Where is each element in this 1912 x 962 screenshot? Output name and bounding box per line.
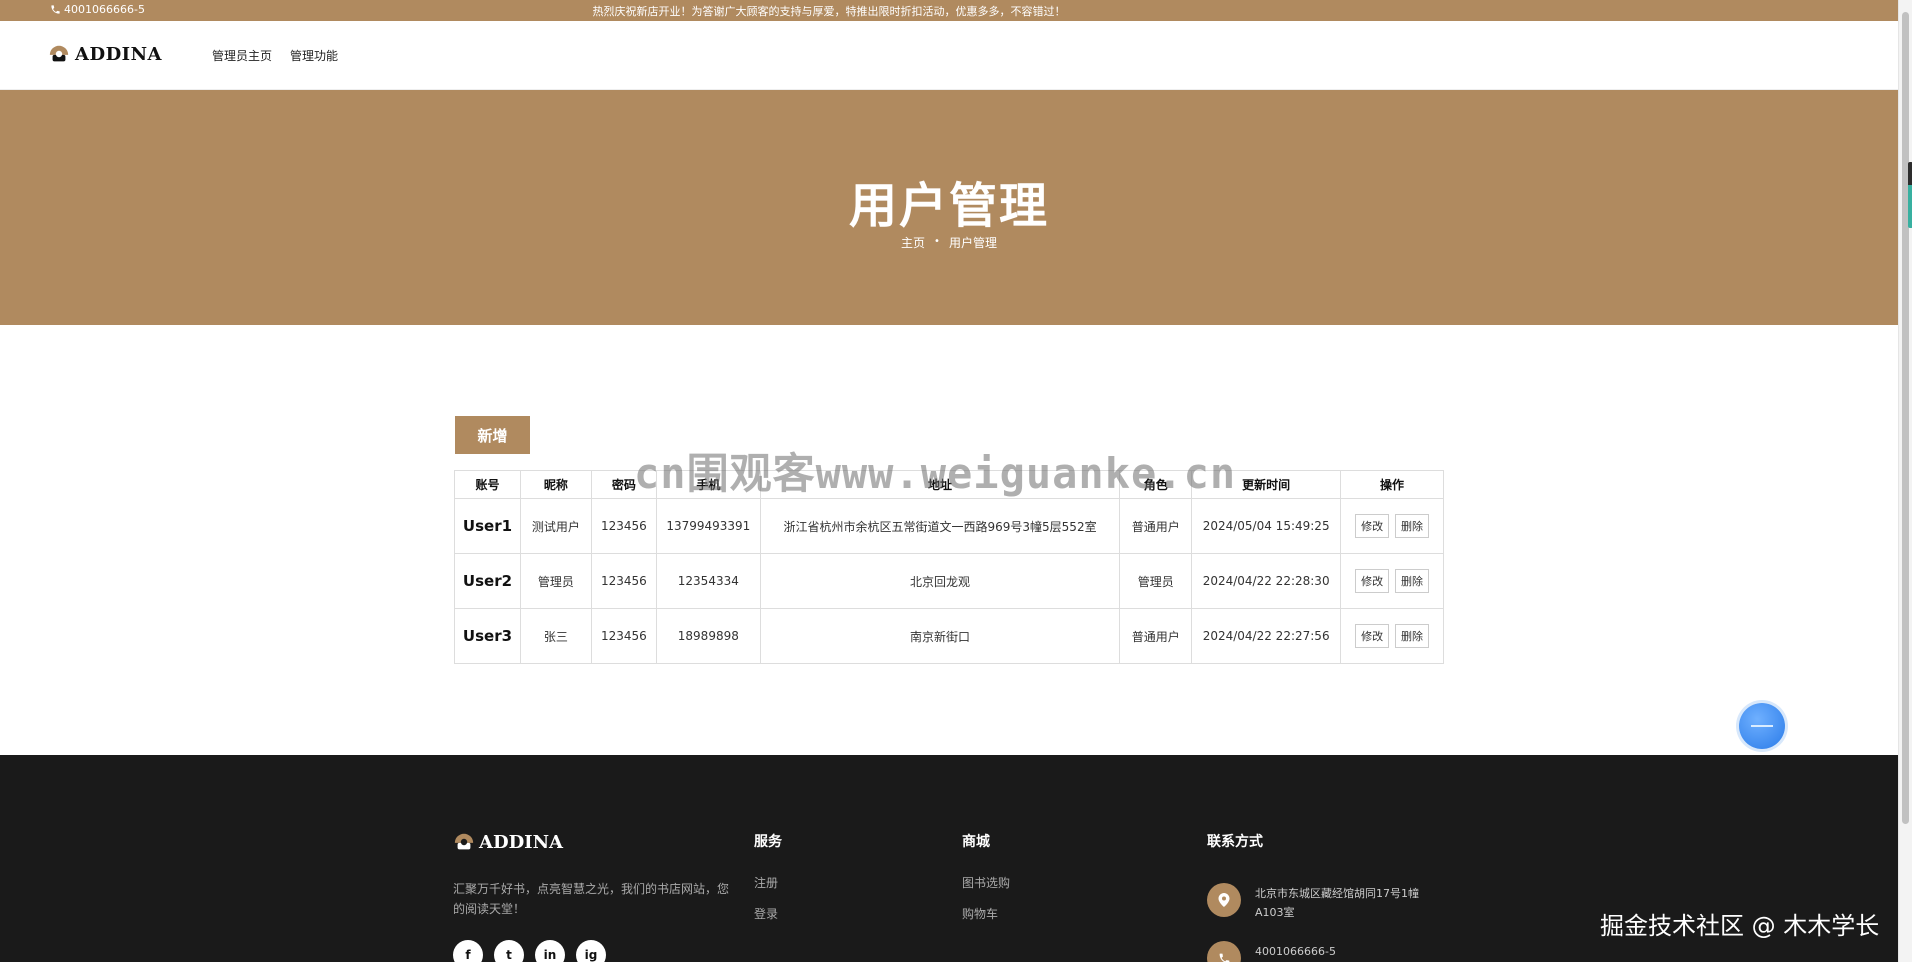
twitter-icon[interactable]: t [494,940,524,962]
add-user-button[interactable]: 新增 [455,416,530,454]
footer-phone: 4001066666-5 [1255,945,1336,958]
col-password: 密码 [590,470,657,499]
col-address: 地址 [759,470,1121,499]
cell-actions: 修改 删除 [1340,553,1444,609]
cell-updated: 2024/04/22 22:28:30 [1191,553,1342,609]
vertical-scrollbar[interactable] [1898,0,1912,962]
footer-services-title: 服务 [754,834,782,850]
nav-item-admin-functions[interactable]: 管理功能 [290,47,338,64]
table-header-row: 账号 昵称 密码 手机 地址 角色 更新时间 操作 [454,470,1444,499]
location-pin-icon [1207,883,1241,917]
footer-logo[interactable]: ADDINA [453,831,563,853]
cell-nickname: 测试用户 [519,498,592,554]
col-updated: 更新时间 [1191,470,1342,499]
footer-link-book-shop[interactable]: 图书选购 [962,874,1010,891]
topbar-notice: 热烈庆祝新店开业！为答谢广大顾客的支持与厚爱，特推出限时折扣活动，优惠多多，不容… [592,5,1066,18]
table-row: User1 测试用户 123456 13799493391 浙江省杭州市余杭区五… [454,498,1444,554]
breadcrumb-home[interactable]: 主页 [901,234,925,251]
col-nickname: 昵称 [519,470,592,499]
cell-account: User3 [454,608,521,664]
page-title: 用户管理 [848,178,1049,234]
cell-address: 浙江省杭州市余杭区五常街道文一西路969号3幢5层552室 [759,498,1121,554]
edit-button[interactable]: 修改 [1355,624,1390,648]
table-row: User3 张三 123456 18989898 南京新街口 普通用户 2024… [454,608,1444,664]
cell-role: 普通用户 [1119,608,1193,664]
breadcrumb-current: 用户管理 [948,236,997,250]
cell-account: User1 [454,498,521,554]
cell-account: User2 [454,553,521,609]
nav-menu: 管理员主页 管理功能 [212,47,338,64]
source-credit-watermark: 掘金技术社区 @ 木木学长 [1600,912,1880,940]
breadcrumb-separator: • [934,236,940,247]
cell-nickname: 管理员 [519,553,592,609]
floating-assistant-button[interactable] [1739,703,1785,749]
top-announcement-bar: 4001066666-5 热烈庆祝新店开业！为答谢广大顾客的支持与厚爱，特推出限… [0,0,1898,21]
breadcrumb: 主页 • 用户管理 [0,234,1898,251]
cell-address: 北京回龙观 [759,553,1121,609]
linkedin-icon[interactable]: in [535,940,565,962]
footer-contact-title: 联系方式 [1207,834,1263,850]
cell-updated: 2024/05/04 15:49:25 [1191,498,1342,554]
edit-button[interactable]: 修改 [1355,569,1390,593]
delete-button[interactable]: 删除 [1394,514,1429,538]
phone-icon [1207,941,1241,962]
footer-link-cart[interactable]: 购物车 [962,905,998,922]
footer-brand-name: ADDINA [479,831,564,853]
cell-phone: 13799493391 [655,498,761,554]
facebook-icon[interactable]: f [453,940,483,962]
footer-description: 汇聚万千好书，点亮智慧之光，我们的书店网站，您的阅读天堂！ [453,882,730,916]
col-actions: 操作 [1340,470,1444,499]
cell-role: 管理员 [1119,553,1193,609]
nav-item-admin-home[interactable]: 管理员主页 [212,47,272,64]
page: 4001066666-5 热烈庆祝新店开业！为答谢广大顾客的支持与厚爱，特推出限… [0,0,1912,962]
cell-password: 123456 [590,608,657,664]
cell-phone: 18989898 [655,608,761,664]
user-table: 账号 昵称 密码 手机 地址 角色 更新时间 操作 User1 测试用户 123… [454,470,1444,664]
footer-address: 北京市东城区藏经馆胡同17号1幢A103室 [1255,887,1419,919]
footer-mall-title: 商城 [962,834,990,850]
logo-icon [454,833,474,850]
delete-button[interactable]: 删除 [1394,624,1429,648]
col-account: 账号 [454,470,521,499]
col-phone: 手机 [655,470,761,499]
page-hero: 用户管理 主页 • 用户管理 [0,90,1898,325]
brand-name: ADDINA [75,43,163,65]
instagram-icon[interactable]: ig [576,940,606,962]
footer-link-register[interactable]: 注册 [754,874,778,891]
social-links: f t in ig [453,940,606,962]
table-row: User2 管理员 123456 12354334 北京回龙观 管理员 2024… [454,553,1444,609]
cell-password: 123456 [590,498,657,554]
brand-logo[interactable]: ADDINA [48,43,162,65]
cell-role: 普通用户 [1119,498,1193,554]
cell-address: 南京新街口 [759,608,1121,664]
edit-button[interactable]: 修改 [1355,514,1390,538]
cell-actions: 修改 删除 [1340,608,1444,664]
cell-actions: 修改 删除 [1340,498,1444,554]
logo-icon [49,45,69,62]
footer-link-login[interactable]: 登录 [754,905,778,922]
delete-button[interactable]: 删除 [1394,569,1429,593]
scrollbar-marker [1908,162,1912,228]
main-navbar: ADDINA 管理员主页 管理功能 [0,21,1898,90]
cell-phone: 12354334 [655,553,761,609]
col-role: 角色 [1119,470,1193,499]
scrollbar-thumb[interactable] [1902,12,1909,824]
cell-password: 123456 [590,553,657,609]
cell-nickname: 张三 [519,608,592,664]
cell-updated: 2024/04/22 22:27:56 [1191,608,1342,664]
